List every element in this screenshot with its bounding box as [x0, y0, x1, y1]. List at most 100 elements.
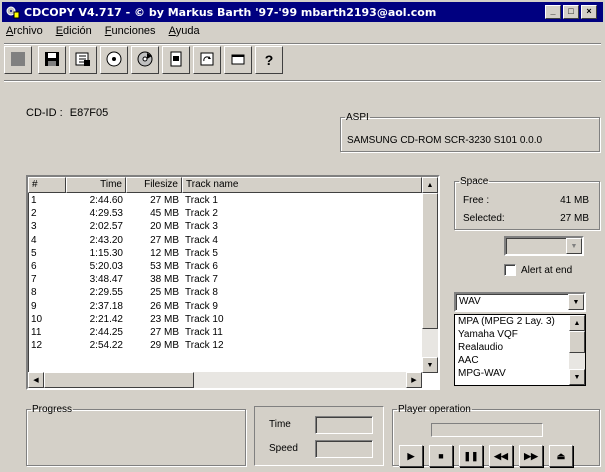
format-dropdown-list[interactable]: MPA (MPEG 2 Lay. 3) Yamaha VQF Realaudio…	[454, 314, 586, 386]
track-filesize: 20 MB	[150, 221, 179, 233]
format-list-scrollbar[interactable]: ▲ ▼	[569, 315, 585, 385]
app-window: CDCOPY V4.717 - © by Markus Barth '97-'9…	[0, 0, 605, 472]
stop-button[interactable]	[4, 46, 32, 74]
app-icon	[6, 5, 20, 19]
table-row[interactable]: 1 2:44.60 27 MB Track 1	[28, 194, 422, 207]
track-time: 2:44.25	[89, 326, 123, 338]
track-filesize: 12 MB	[150, 247, 179, 259]
track-name: Track 1	[185, 195, 218, 206]
previous-button[interactable]: ◀◀	[489, 445, 513, 467]
selected-value: 27 MB	[560, 213, 589, 224]
cd-button[interactable]	[100, 46, 128, 74]
close-button[interactable]: ×	[581, 5, 597, 19]
table-row[interactable]: 3 2:02.57 20 MB Track 3	[28, 220, 422, 233]
horizontal-scroll-thumb[interactable]	[44, 372, 194, 388]
table-row[interactable]: 11 2:44.25 27 MB Track 11	[28, 326, 422, 339]
scroll-right-button[interactable]: ▶	[406, 372, 422, 388]
previous-icon: ◀◀	[494, 450, 508, 461]
track-time: 1:15.30	[89, 247, 123, 259]
scroll-thumb[interactable]	[569, 331, 585, 353]
format-option[interactable]: AAC	[455, 354, 585, 367]
eject-button[interactable]: ⏏	[549, 445, 573, 467]
track-name: Track 2	[185, 208, 218, 220]
table-row[interactable]: 9 2:37.18 26 MB Track 9	[28, 300, 422, 313]
table-row[interactable]: 10 2:21.42 23 MB Track 10	[28, 313, 422, 326]
track-list-vertical-scrollbar[interactable]: ▲ ▼	[422, 177, 438, 373]
drive-select[interactable]: ▼	[504, 236, 584, 256]
column-filesize[interactable]: Filesize	[126, 177, 182, 193]
track-list-header: # Time Filesize Track name	[28, 177, 422, 193]
table-row[interactable]: 7 3:48.47 38 MB Track 7	[28, 273, 422, 286]
alert-at-end-label: Alert at end	[521, 264, 573, 276]
track-time: 2:02.57	[89, 221, 123, 233]
track-name: Track 9	[185, 300, 218, 312]
stop-playback-button[interactable]: ■	[429, 445, 453, 467]
table-row[interactable]: 2 4:29.53 45 MB Track 2	[28, 207, 422, 220]
format-option[interactable]: Realaudio	[455, 341, 585, 354]
minimize-button[interactable]: _	[545, 5, 561, 19]
help-icon: ?	[264, 52, 274, 68]
player-position-slider[interactable]	[431, 423, 543, 437]
maximize-button[interactable]: □	[563, 5, 579, 19]
help-button[interactable]: ?	[255, 46, 283, 74]
format-dropdown-button[interactable]: ▼	[568, 294, 584, 310]
table-row[interactable]: 5 1:15.30 12 MB Track 5	[28, 247, 422, 260]
format-select[interactable]: WAV ▼	[454, 292, 586, 312]
window-button[interactable]	[224, 46, 252, 74]
alert-at-end[interactable]: Alert at end	[504, 264, 572, 276]
track-name: Track 6	[185, 260, 218, 272]
menu-edicion[interactable]: Edición	[54, 24, 94, 42]
scroll-up-button[interactable]: ▲	[422, 177, 438, 193]
copy-button[interactable]	[69, 46, 97, 74]
track-list[interactable]: # Time Filesize Track name 1 2:44.60 27 MB…	[26, 175, 440, 390]
column-track-name[interactable]: Track name	[182, 177, 422, 193]
scroll-thumb[interactable]	[422, 193, 438, 329]
format-option[interactable]: MPG-WAV	[455, 367, 585, 380]
format-option[interactable]: MPA (MPEG 2 Lay. 3)	[455, 315, 585, 328]
track-filesize: 27 MB	[150, 326, 179, 338]
cd-play-button[interactable]	[131, 46, 159, 74]
track-number: 5	[31, 247, 37, 259]
scroll-down-button[interactable]: ▼	[422, 357, 438, 373]
aspi-legend: ASPI	[346, 112, 369, 123]
track-name: Track 10	[185, 313, 224, 325]
copy-icon	[75, 51, 91, 70]
track-name: Track 11	[185, 326, 223, 338]
alert-at-end-checkbox[interactable]	[504, 264, 516, 276]
player-legend: Player operation	[398, 404, 471, 415]
chevron-down-icon: ▼	[572, 298, 580, 306]
speed-label: Speed	[269, 443, 298, 454]
save-button[interactable]	[38, 46, 66, 74]
scroll-up-button[interactable]: ▲	[569, 315, 585, 331]
refresh-button[interactable]	[193, 46, 221, 74]
column-number[interactable]: #	[28, 177, 66, 193]
divider	[4, 43, 601, 45]
eject-icon: ⏏	[556, 450, 566, 461]
scroll-left-button[interactable]: ◀	[28, 372, 44, 388]
stop-icon: ■	[438, 451, 444, 461]
format-option[interactable]: Yamaha VQF	[455, 328, 585, 341]
scroll-down-button[interactable]: ▼	[569, 369, 585, 385]
next-button[interactable]: ▶▶	[519, 445, 543, 467]
menu-archivo[interactable]: Archivo	[4, 24, 45, 42]
track-list-horizontal-scrollbar[interactable]: ◀ ▶	[28, 372, 422, 388]
play-button[interactable]: ▶	[399, 445, 423, 467]
column-time[interactable]: Time	[66, 177, 126, 193]
progress-legend: Progress	[32, 404, 73, 415]
menu-bar: Archivo Edición Funciones Ayuda	[4, 24, 202, 42]
table-row[interactable]: 12 2:54.22 29 MB Track 12	[28, 339, 422, 352]
table-row[interactable]: 6 5:20.03 53 MB Track 6	[28, 260, 422, 273]
document-button[interactable]	[162, 46, 190, 74]
menu-ayuda[interactable]: Ayuda	[167, 24, 202, 42]
track-time: 3:48.47	[89, 274, 123, 286]
player-group: Player operation ▶ ■ ❚❚ ◀◀ ▶▶ ⏏	[392, 404, 600, 467]
time-field	[315, 416, 373, 434]
title-bar[interactable]: CDCOPY V4.717 - © by Markus Barth '97-'9…	[2, 2, 603, 22]
track-time: 2:43.20	[89, 234, 123, 246]
table-row[interactable]: 8 2:29.55 25 MB Track 8	[28, 286, 422, 299]
menu-funciones[interactable]: Funciones	[103, 24, 158, 42]
divider	[4, 80, 601, 82]
table-row[interactable]: 4 2:43.20 27 MB Track 4	[28, 234, 422, 247]
drive-dropdown-button[interactable]: ▼	[566, 238, 582, 254]
pause-button[interactable]: ❚❚	[459, 445, 483, 467]
